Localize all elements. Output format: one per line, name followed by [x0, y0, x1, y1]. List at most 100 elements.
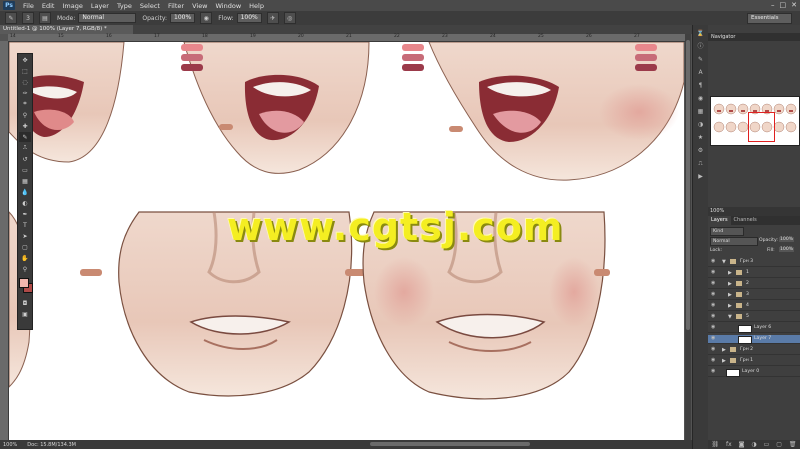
brush-panel-icon[interactable]: ✎	[696, 55, 705, 64]
vertical-ruler[interactable]	[0, 41, 9, 441]
history-brush-tool-icon[interactable]: ↺	[19, 154, 31, 164]
path-select-tool-icon[interactable]: ➤	[19, 231, 31, 241]
shape-tool-icon[interactable]: ▢	[19, 242, 31, 252]
foreground-color-swatch[interactable]	[19, 278, 29, 288]
tool-presets-icon[interactable]: ⚙	[696, 146, 705, 155]
layer-row[interactable]: ◉ ▼ Грн 3	[708, 258, 800, 267]
visibility-eye-icon[interactable]: ◉	[711, 314, 716, 319]
dodge-tool-icon[interactable]: ◐	[19, 198, 31, 208]
history-icon[interactable]: ⌛	[696, 29, 705, 38]
expand-triangle-closed-icon[interactable]: ▶	[722, 346, 726, 354]
character-icon[interactable]: A	[696, 68, 705, 77]
menu-layer[interactable]: Layer	[91, 2, 109, 10]
marquee-tool-icon[interactable]: ⬚	[19, 66, 31, 76]
expand-triangle-closed-icon[interactable]: ▶	[728, 280, 732, 288]
close-button[interactable]: ✕	[791, 1, 797, 9]
styles-icon[interactable]: ★	[696, 133, 705, 142]
brush-tool-icon[interactable]: ✎	[19, 132, 31, 142]
expand-triangle-closed-icon[interactable]: ▶	[722, 357, 726, 365]
maximize-button[interactable]: □	[780, 1, 787, 9]
menu-help[interactable]: Help	[249, 2, 264, 10]
zoom-tool-icon[interactable]: ⚲	[19, 264, 31, 274]
expand-triangle-open-icon[interactable]: ▼	[722, 258, 726, 266]
expand-triangle-open-icon[interactable]: ▼	[728, 313, 732, 321]
visibility-eye-icon[interactable]: ◉	[711, 259, 716, 264]
screen-mode-icon[interactable]: ▣	[19, 309, 31, 319]
mode-select[interactable]: Normal	[78, 13, 137, 23]
layer-row[interactable]: ◉ Layer 7	[708, 335, 800, 344]
visibility-eye-icon[interactable]: ◉	[711, 336, 716, 341]
move-tool-icon[interactable]: ✥	[19, 55, 31, 65]
navigator-view-box[interactable]	[748, 112, 775, 142]
menu-file[interactable]: File	[23, 2, 34, 10]
visibility-eye-icon[interactable]: ◉	[711, 369, 716, 374]
menu-filter[interactable]: Filter	[168, 2, 184, 10]
properties-icon[interactable]: ⓘ	[696, 42, 705, 51]
layer-row[interactable]: ◉ ▶ 2	[708, 280, 800, 289]
quick-select-tool-icon[interactable]: ✑	[19, 88, 31, 98]
add-mask-icon[interactable]: ◙	[739, 440, 745, 449]
blend-mode-select[interactable]: Normal	[710, 237, 758, 246]
navigator-zoom[interactable]: 100%	[708, 207, 800, 216]
layer-style-icon[interactable]: fx	[726, 440, 732, 449]
layer-filter-kind[interactable]: Kind	[710, 227, 744, 236]
quick-mask-icon[interactable]: ◘	[19, 298, 31, 308]
paragraph-icon[interactable]: ¶	[696, 81, 705, 90]
document-tab[interactable]: Untitled-1 @ 100% (Layer 7, RGB/8) *	[0, 25, 133, 34]
visibility-eye-icon[interactable]: ◉	[711, 325, 716, 330]
expand-triangle-closed-icon[interactable]: ▶	[728, 302, 732, 310]
crop-tool-icon[interactable]: ⌗	[19, 99, 31, 109]
visibility-eye-icon[interactable]: ◉	[711, 292, 716, 297]
actions-icon[interactable]: ▶	[696, 172, 705, 181]
healing-tool-icon[interactable]: ✚	[19, 121, 31, 131]
visibility-eye-icon[interactable]: ◉	[711, 303, 716, 308]
minimize-button[interactable]: –	[771, 1, 775, 9]
layer-row[interactable]: ◉ ▶ 4	[708, 302, 800, 311]
visibility-eye-icon[interactable]: ◉	[711, 347, 716, 352]
clone-source-icon[interactable]: ⎍	[696, 159, 705, 168]
color-icon[interactable]: ◉	[696, 94, 705, 103]
opacity-field[interactable]: 100%	[170, 13, 196, 23]
menu-edit[interactable]: Edit	[42, 2, 55, 10]
expand-triangle-closed-icon[interactable]: ▶	[728, 269, 732, 277]
clone-stamp-tool-icon[interactable]: ⎍	[19, 143, 31, 153]
menu-type[interactable]: Type	[117, 2, 132, 10]
adjustment-layer-icon[interactable]: ◑	[751, 440, 756, 449]
navigator-title[interactable]: Navigator	[708, 33, 800, 41]
layer-row[interactable]: ◉ ▼ 5	[708, 313, 800, 322]
tab-layers[interactable]: Layers	[708, 216, 731, 225]
delete-layer-icon[interactable]: 🗑	[789, 440, 797, 449]
horizontal-ruler[interactable]: 14 15 16 17 18 19 20 21 22 23 24 25 26 27	[8, 34, 685, 42]
link-layers-icon[interactable]: ⛓	[711, 440, 719, 449]
layer-row[interactable]: ◉ ▶ 3	[708, 291, 800, 300]
eraser-tool-icon[interactable]: ▭	[19, 165, 31, 175]
menu-image[interactable]: Image	[62, 2, 82, 10]
expand-triangle-closed-icon[interactable]: ▶	[728, 291, 732, 299]
layer-row[interactable]: ◉ Layer 0	[708, 368, 800, 377]
flow-field[interactable]: 100%	[236, 13, 262, 23]
type-tool-icon[interactable]: T	[19, 220, 31, 230]
menu-window[interactable]: Window	[216, 2, 242, 10]
brush-panel-toggle-icon[interactable]: ▤	[39, 12, 51, 24]
fill-field[interactable]: 100%	[779, 247, 795, 252]
navigator-preview[interactable]	[710, 96, 800, 146]
airbrush-icon[interactable]: ✈	[266, 12, 279, 24]
brush-tool-icon[interactable]: ✎	[5, 12, 17, 24]
menu-view[interactable]: View	[192, 2, 207, 10]
blur-tool-icon[interactable]: 💧	[19, 187, 31, 197]
adjustments-icon[interactable]: ◑	[696, 120, 705, 129]
swatches-icon[interactable]: ▦	[696, 107, 705, 116]
layer-row[interactable]: ◉ ▶ Грн 2	[708, 346, 800, 355]
visibility-eye-icon[interactable]: ◉	[711, 270, 716, 275]
new-layer-icon[interactable]: ▢	[776, 440, 782, 449]
vertical-scroll-thumb[interactable]	[686, 40, 690, 330]
visibility-eye-icon[interactable]: ◉	[711, 358, 716, 363]
workspace-select[interactable]: Essentials	[747, 13, 792, 24]
pressure-size-icon[interactable]: ◎	[283, 12, 296, 24]
layer-row[interactable]: ◉ ▶ Грн 1	[708, 357, 800, 366]
layer-opacity-field[interactable]: 100%	[779, 237, 795, 242]
pen-tool-icon[interactable]: ✒	[19, 209, 31, 219]
pressure-opacity-icon[interactable]: ◉	[200, 12, 213, 24]
visibility-eye-icon[interactable]: ◉	[711, 281, 716, 286]
eyedropper-tool-icon[interactable]: ⚲	[19, 110, 31, 120]
